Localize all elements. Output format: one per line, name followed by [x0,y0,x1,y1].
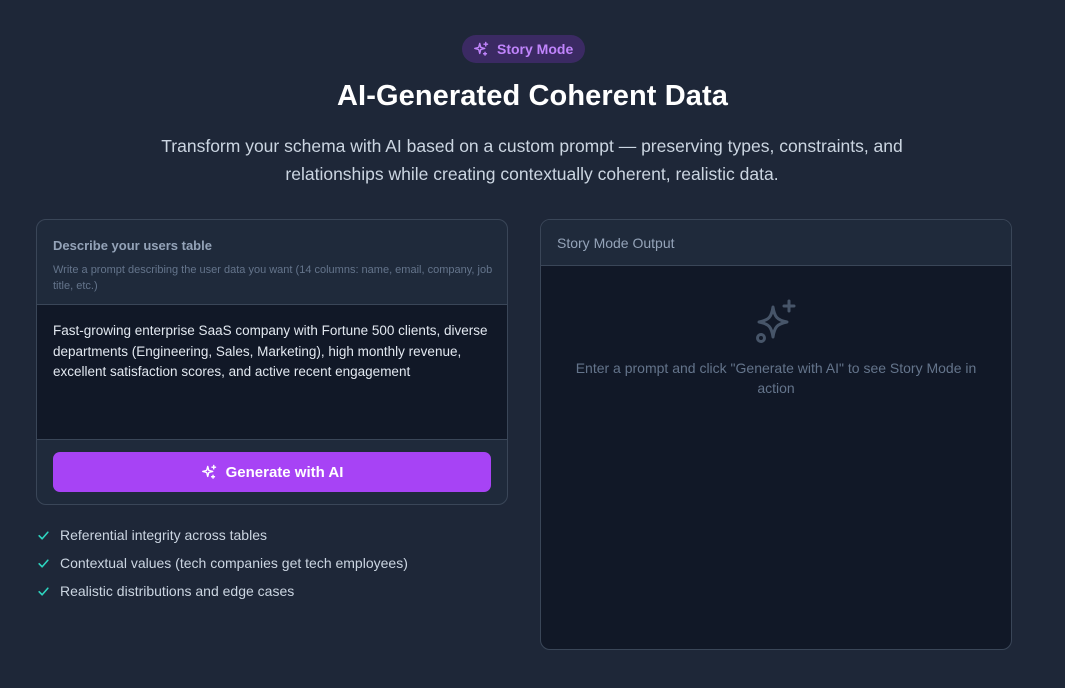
output-empty-message: Enter a prompt and click "Generate with … [575,360,977,396]
badge-label: Story Mode [497,41,574,57]
feature-item: Referential integrity across tables [37,521,408,549]
feature-label: Contextual values (tech companies get te… [60,555,408,571]
page-subtitle: Transform your schema with AI based on a… [161,136,903,184]
feature-item: Contextual values (tech companies get te… [37,549,408,577]
feature-label: Realistic distributions and edge cases [60,583,295,599]
page-title: AI-Generated Coherent Data [337,80,728,112]
prompt-card-header: Describe your users table Write a prompt… [37,220,507,305]
sparkles-icon [474,41,489,56]
feature-item: Realistic distributions and edge cases [37,577,408,605]
check-icon [38,558,49,568]
check-icon [38,530,49,540]
prompt-card-hint: Write a prompt describing the user data … [53,264,493,292]
feature-label: Referential integrity across tables [60,527,267,543]
prompt-card: Describe your users table Write a prompt… [36,219,508,505]
story-mode-badge: Story Mode [462,35,586,63]
check-icon [38,586,49,596]
prompt-card-title: Describe your users table [53,238,212,253]
output-card-title: Story Mode Output [541,220,1011,266]
prompt-textarea[interactable]: Fast-growing enterprise SaaS company wit… [37,305,507,440]
generate-button-label: Generate with AI [225,463,344,481]
sparkles-icon [756,299,796,343]
output-card: Story Mode Output Enter a prompt and cli… [540,219,1012,650]
sparkles-icon [201,464,216,479]
generate-with-ai-button[interactable]: Generate with AI [53,452,491,492]
feature-list: Referential integrity across tables Cont… [37,521,408,605]
story-mode-page: Story Mode AI-Generated Coherent Data Tr… [0,0,1065,688]
